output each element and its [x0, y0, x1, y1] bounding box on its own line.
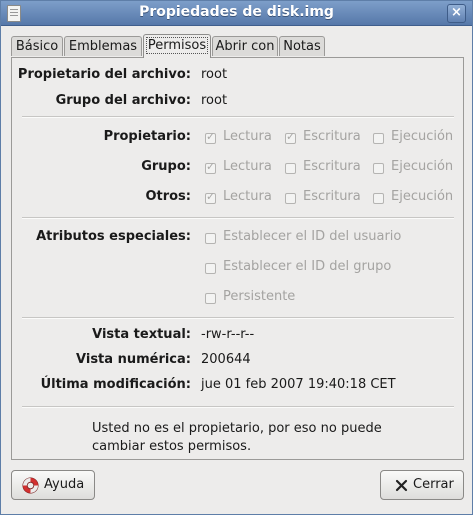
- group-read-checkbox[interactable]: ✓: [205, 160, 216, 174]
- group-write-checkbox[interactable]: [285, 163, 296, 174]
- separator: [22, 406, 454, 408]
- others-write-checkbox[interactable]: [285, 193, 296, 204]
- owner-label: Propietario del archivo:: [17, 67, 191, 82]
- check-icon: ✓: [206, 160, 216, 173]
- close-button-label: Cerrar: [413, 477, 454, 492]
- tab-basico[interactable]: Básico: [11, 36, 63, 56]
- others-write-label: Escritura: [303, 189, 361, 204]
- message-line-2: cambiar estos permisos.: [92, 439, 252, 454]
- tab-abrir-con[interactable]: Abrir con: [212, 36, 278, 56]
- group-label: Grupo del archivo:: [55, 93, 191, 108]
- owner-write-label: Escritura: [303, 129, 361, 144]
- perm-owner-label: Propietario:: [103, 129, 191, 144]
- tab-emblemas[interactable]: Emblemas: [64, 36, 142, 56]
- not-owner-message: Usted no es el propietario, por eso no p…: [92, 420, 382, 456]
- owner-read-checkbox[interactable]: ✓: [205, 130, 216, 144]
- setgid-checkbox[interactable]: [205, 263, 216, 274]
- check-icon: ✓: [286, 130, 296, 143]
- separator: [22, 217, 454, 219]
- close-button[interactable]: Cerrar: [380, 470, 464, 500]
- message-line-1: Usted no es el propietario, por eso no p…: [92, 421, 382, 436]
- group-write-label: Escritura: [303, 159, 361, 174]
- tab-permisos[interactable]: Permisos: [143, 34, 211, 58]
- window-close-button[interactable]: ×: [447, 4, 466, 23]
- setuid-checkbox[interactable]: [205, 233, 216, 244]
- owner-exec-label: Ejecución: [391, 129, 454, 144]
- separator: [22, 116, 454, 118]
- check-icon: ✓: [206, 190, 216, 203]
- text-view-value: -rw-r--r--: [201, 327, 255, 342]
- sticky-checkbox[interactable]: [205, 293, 216, 304]
- owner-exec-checkbox[interactable]: [373, 133, 384, 144]
- group-exec-checkbox[interactable]: [373, 163, 384, 174]
- others-read-checkbox[interactable]: ✓: [205, 190, 216, 204]
- others-read-label: Lectura: [223, 189, 272, 204]
- properties-dialog: Propiedades de disk.img × Básico Emblema…: [0, 0, 473, 515]
- title-bar[interactable]: Propiedades de disk.img ×: [1, 1, 472, 26]
- perm-group-label: Grupo:: [141, 159, 191, 174]
- tab-permisos-label: Permisos: [145, 37, 209, 54]
- window-title: Propiedades de disk.img: [139, 4, 334, 20]
- x-icon: [395, 479, 408, 492]
- numeric-view-value: 200644: [201, 352, 251, 367]
- special-attributes-label: Atributos especiales:: [36, 229, 191, 244]
- sticky-label: Persistente: [223, 289, 296, 304]
- owner-value: root: [201, 67, 228, 82]
- group-read-label: Lectura: [223, 159, 272, 174]
- others-exec-checkbox[interactable]: [373, 193, 384, 204]
- text-view-label: Vista textual:: [92, 327, 191, 342]
- help-button-label: Ayuda: [44, 477, 85, 492]
- setgid-label: Establecer el ID del grupo: [223, 259, 392, 274]
- perm-others-label: Otros:: [145, 189, 191, 204]
- tab-notas[interactable]: Notas: [279, 36, 325, 56]
- help-button[interactable]: Ayuda: [11, 470, 95, 500]
- setuid-label: Establecer el ID del usuario: [223, 229, 402, 244]
- group-value: root: [201, 93, 228, 108]
- group-exec-label: Ejecución: [391, 159, 454, 174]
- numeric-view-label: Vista numérica:: [76, 352, 191, 367]
- others-exec-label: Ejecución: [391, 189, 454, 204]
- separator: [22, 317, 454, 319]
- modified-label: Última modificación:: [40, 377, 191, 392]
- owner-write-checkbox[interactable]: ✓: [285, 130, 296, 144]
- owner-read-label: Lectura: [223, 129, 272, 144]
- permissions-panel: Propietario del archivo: root Grupo del …: [11, 57, 464, 460]
- modified-value: jue 01 feb 2007 19:40:18 CET: [201, 377, 396, 392]
- lifebuoy-icon: [22, 477, 39, 494]
- check-icon: ✓: [206, 130, 216, 143]
